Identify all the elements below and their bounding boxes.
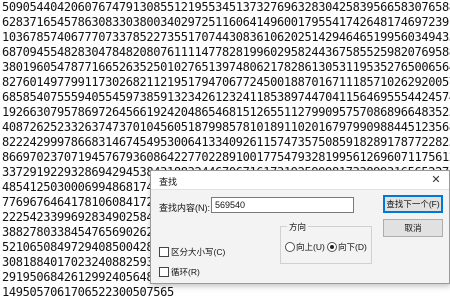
direction-label: 方向 [287,221,309,233]
dialog-title: 查找 [159,177,178,187]
direction-down-radio[interactable] [327,242,337,252]
radio-selected-dot [330,245,334,249]
close-icon[interactable]: ✕ [429,173,443,187]
text-line: 6283716545786308330380034029725116064149… [2,15,450,29]
text-line: 5210650849729408500428586 [2,240,174,254]
text-line: 8276014977991173026821121951794706772450… [2,75,450,89]
wrap-around-checkbox[interactable] [159,267,169,277]
wrap-around-label[interactable]: 循环(R) [171,266,200,278]
text-line: 8222429997866831467454953006413340926115… [2,135,450,149]
find-next-button[interactable]: 查找下一个(F) [383,195,443,213]
direction-up-radio[interactable] [285,242,295,252]
match-case-checkbox[interactable] [159,247,169,257]
direction-up-label[interactable]: 向上(U) [296,241,325,253]
text-line: 4087262523326374737010456051879985781018… [2,120,450,134]
cancel-button[interactable]: 取消 [383,219,443,237]
dialog-titlebar[interactable]: 查找 ✕ [151,171,449,190]
text-line: 2225423399692834902584425 [2,210,174,224]
text-line: 6870945548283047848208076111147782819960… [2,45,450,59]
text-line: 3081884017023240882593414 [2,255,174,269]
text-line: 3801960547877166526352501027651397480621… [2,60,450,74]
text-line: 8669702370719457679360864227702289100177… [2,150,450,164]
direction-down-label[interactable]: 向下(D) [338,241,367,253]
text-line: 7769676464178106084172308 [2,195,174,209]
text-line: 5090544042060767479130855121955345137327… [2,0,450,14]
find-what-input[interactable]: 569540 [211,197,354,213]
text-line: 1495057061706522300507565 [2,285,174,299]
find-dialog: 查找 ✕ 查找内容(N): 569540 查找下一个(F) 取消 方向 向上(U… [150,170,450,284]
text-line: 4854125030006994868174503 [2,180,174,194]
text-line: 2919506842612992405648968 [2,270,174,284]
text-line: 6858540755594055459738591323426123241185… [2,90,450,104]
text-line: 3882780338454765690262070 [2,225,174,239]
find-what-label: 查找内容(N): [159,203,210,213]
text-line: 1036785740677707337852273551707443083610… [2,30,450,44]
text-line: 1926630795786972645661924204865468151265… [2,105,450,119]
match-case-label[interactable]: 区分大小写(C) [171,246,225,258]
